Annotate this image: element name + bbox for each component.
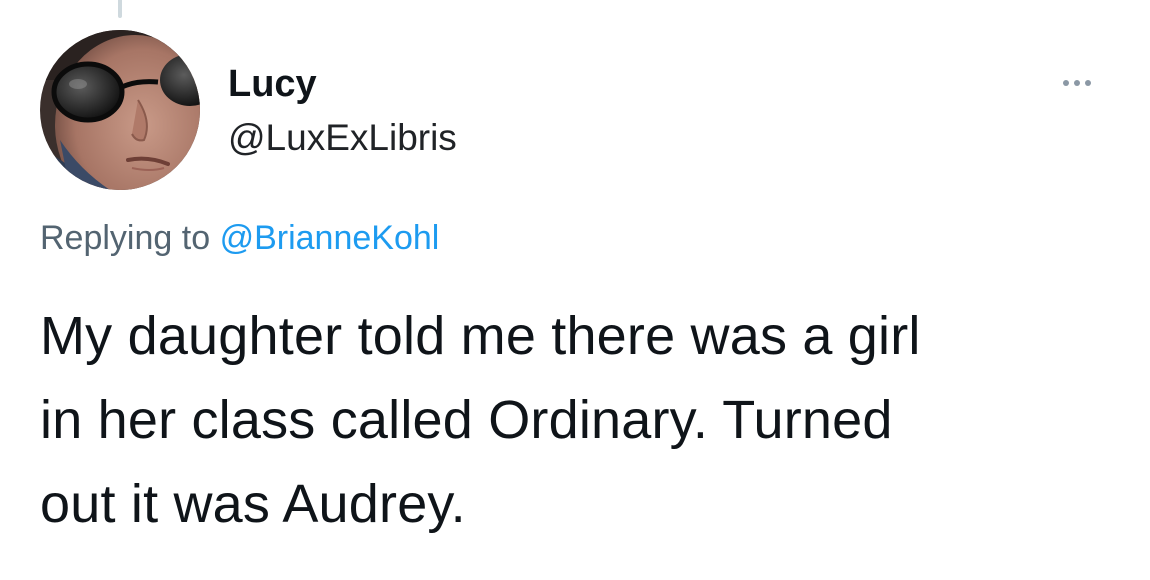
tweet-text: My daughter told me there was a girl in … [40, 294, 1120, 546]
author-display-name[interactable]: Lucy [228, 60, 317, 108]
avatar[interactable] [40, 30, 200, 190]
profile-photo-icon [40, 30, 200, 190]
more-horizontal-icon-dot [1074, 80, 1080, 86]
reply-context-prefix: Replying to [40, 219, 211, 257]
tweet-text-line: in her class called Ordinary. Turned [40, 390, 893, 450]
reply-mention-link[interactable]: @BrianneKohl [220, 219, 440, 257]
reply-context: Replying to @BrianneKohl [40, 214, 439, 262]
tweet-card: Lucy @LuxExLibris Replying to @BrianneKo… [0, 0, 1150, 580]
more-horizontal-icon-dot [1085, 80, 1091, 86]
more-options-button[interactable] [1050, 68, 1104, 98]
author-handle[interactable]: @LuxExLibris [228, 114, 457, 162]
more-horizontal-icon-dot [1063, 80, 1069, 86]
tweet-text-line: My daughter told me there was a girl [40, 306, 921, 366]
tweet-text-line: out it was Audrey. [40, 474, 466, 534]
